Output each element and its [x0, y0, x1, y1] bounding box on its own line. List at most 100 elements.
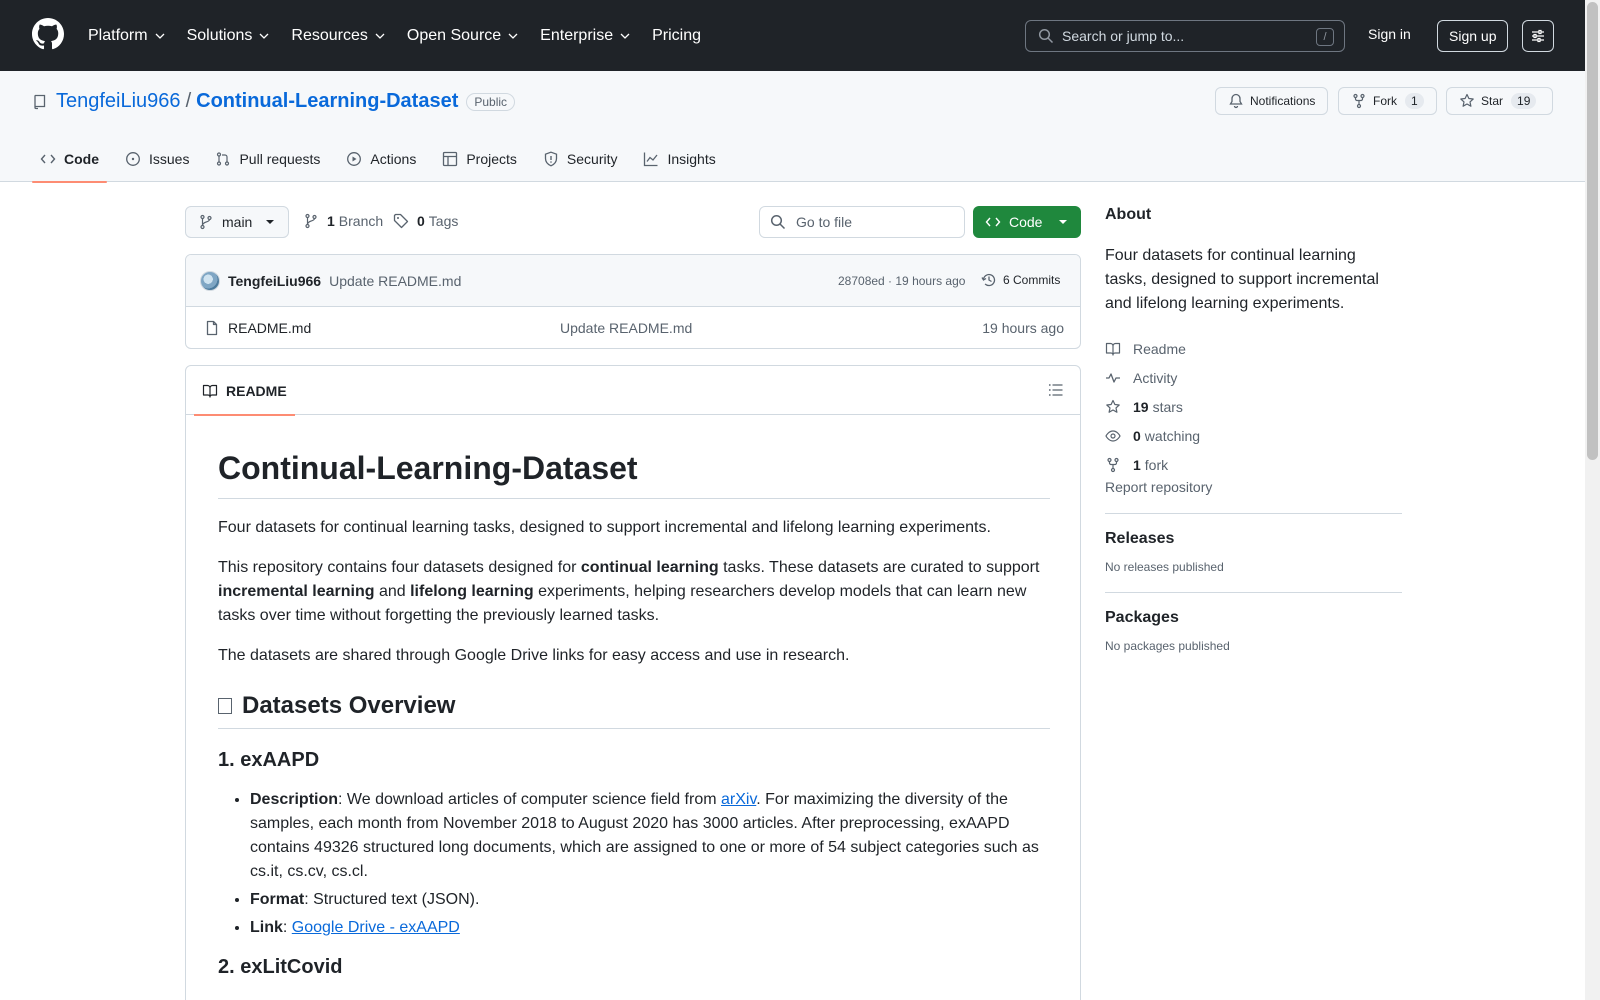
- star-button[interactable]: Star 19: [1446, 87, 1553, 115]
- commit-hash-time[interactable]: 28708ed · 19 hours ago: [838, 274, 965, 288]
- tab-pull-requests[interactable]: Pull requests: [207, 135, 328, 182]
- fork-icon: [1353, 93, 1365, 109]
- readme-link[interactable]: Readme: [1105, 334, 1402, 363]
- dataset-heading: 2. exLitCovid: [218, 956, 343, 978]
- sign-in-link[interactable]: Sign in: [1368, 26, 1411, 42]
- commit-author[interactable]: TengfeiLiu966: [228, 273, 321, 289]
- issue-icon: [126, 151, 140, 166]
- github-logo-icon[interactable]: [32, 18, 64, 50]
- watching-label: watching: [1144, 427, 1201, 444]
- tab-actions[interactable]: Actions: [338, 135, 424, 182]
- repo-name-link[interactable]: Continual-Learning-Dataset: [196, 90, 458, 113]
- tab-issues[interactable]: Issues: [117, 135, 197, 182]
- dataset-heading: 1. exAAPD: [218, 749, 320, 771]
- settings-menu-button[interactable]: [1522, 20, 1554, 52]
- search-shortcut-hint: /: [1316, 28, 1334, 46]
- fork-button[interactable]: Fork 1: [1338, 87, 1437, 115]
- star-label: Star: [1481, 94, 1504, 108]
- list-item: Format: Structured text (JSON).: [250, 888, 1050, 912]
- go-to-file-placeholder: Go to file: [796, 214, 853, 230]
- nav-open-source[interactable]: Open Source: [407, 27, 519, 45]
- tab-insights-label: Insights: [667, 150, 716, 167]
- tag-label: Tags: [428, 213, 459, 229]
- readme-content: Continual-Learning-Dataset Four datasets…: [218, 448, 1050, 995]
- readme-panel: README Continual-Learning-Dataset Four d…: [185, 365, 1081, 1000]
- tag-count: 0: [417, 213, 425, 229]
- tab-issues-label: Issues: [149, 150, 190, 167]
- google-drive-link[interactable]: Google Drive - exAAPD: [292, 919, 460, 936]
- branch-selector[interactable]: main: [185, 206, 289, 238]
- arxiv-link[interactable]: arXiv: [721, 791, 756, 808]
- activity-link[interactable]: Activity: [1105, 363, 1402, 392]
- table-icon: [443, 151, 458, 166]
- search-input[interactable]: Search or jump to... /: [1025, 20, 1345, 52]
- list-outline-icon[interactable]: [1048, 382, 1064, 398]
- tab-pull-requests-label: Pull requests: [239, 150, 321, 167]
- commits-link[interactable]: 6 Commits: [981, 272, 1060, 288]
- releases-heading[interactable]: Releases: [1105, 530, 1402, 548]
- nav-platform[interactable]: Platform: [88, 27, 166, 45]
- readme-tab[interactable]: README: [194, 366, 295, 416]
- eye-icon: [1105, 429, 1121, 442]
- commit-message[interactable]: Update README.md: [329, 273, 461, 289]
- branches-link[interactable]: 1 Branch: [303, 213, 383, 229]
- scrollbar-thumb[interactable]: [1587, 2, 1598, 460]
- chevron-down-icon: [155, 33, 165, 39]
- tab-actions-label: Actions: [370, 150, 417, 167]
- tab-projects[interactable]: Projects: [434, 135, 525, 182]
- code-dropdown-button[interactable]: Code: [973, 206, 1081, 238]
- sign-up-button[interactable]: Sign up: [1437, 20, 1509, 52]
- report-repository-link[interactable]: Report repository: [1105, 479, 1212, 495]
- shield-icon: [544, 151, 558, 167]
- chevron-down-icon: [508, 33, 518, 39]
- star-icon: [1460, 93, 1474, 107]
- table-row[interactable]: README.md Update README.md 19 hours ago: [186, 307, 1080, 348]
- divider: [1105, 592, 1402, 593]
- nav-enterprise[interactable]: Enterprise: [540, 27, 631, 45]
- bell-icon: [1229, 93, 1243, 109]
- go-to-file-input[interactable]: Go to file: [759, 206, 965, 238]
- caret-down-icon: [266, 220, 274, 224]
- chevron-down-icon: [620, 33, 630, 39]
- search-icon: [770, 214, 786, 230]
- search-placeholder: Search or jump to...: [1062, 28, 1185, 44]
- nav-resources[interactable]: Resources: [291, 27, 385, 45]
- repo-header: TengfeiLiu966 / Continual-Learning-Datas…: [0, 71, 1585, 183]
- dataset-details: Description: We download articles of com…: [218, 788, 1050, 940]
- packages-heading[interactable]: Packages: [1105, 609, 1402, 627]
- watching-link[interactable]: 0 watching: [1105, 421, 1402, 450]
- tags-link[interactable]: 0 Tags: [393, 213, 458, 229]
- readme-paragraph: The datasets are shared through Google D…: [218, 647, 850, 664]
- divider: [1105, 513, 1402, 514]
- visibility-badge: Public: [466, 92, 516, 111]
- activity-label: Activity: [1133, 369, 1178, 386]
- sliders-icon: [1532, 29, 1544, 43]
- tab-insights[interactable]: Insights: [635, 135, 723, 182]
- avatar[interactable]: [200, 270, 220, 291]
- page-scrollbar[interactable]: [1585, 0, 1600, 1000]
- file-date: 19 hours ago: [982, 320, 1064, 336]
- notifications-button[interactable]: Notifications: [1215, 87, 1329, 115]
- fork-label: Fork: [1373, 94, 1397, 108]
- code-icon: [40, 154, 56, 163]
- file-name[interactable]: README.md: [228, 320, 311, 336]
- stars-link[interactable]: 19 stars: [1105, 392, 1402, 421]
- play-icon: [347, 151, 362, 166]
- book-icon: [1105, 342, 1121, 356]
- nav-solutions[interactable]: Solutions: [187, 27, 271, 45]
- star-counter: 19: [1511, 93, 1537, 109]
- releases-empty-text: No releases published: [1105, 560, 1224, 574]
- branch-label: Branch: [338, 213, 384, 229]
- forks-link[interactable]: 1 fork: [1105, 450, 1402, 479]
- tab-code[interactable]: Code: [32, 135, 107, 183]
- repo-owner-link[interactable]: TengfeiLiu966: [56, 90, 181, 113]
- file-commit-message[interactable]: Update README.md: [560, 320, 692, 336]
- main-nav: Platform Solutions Resources Open Source…: [88, 0, 722, 71]
- pulse-icon: [1106, 372, 1120, 383]
- nav-pricing[interactable]: Pricing: [652, 27, 701, 45]
- tab-security-label: Security: [566, 150, 618, 167]
- tab-security[interactable]: Security: [535, 135, 626, 182]
- forks-label: fork: [1144, 456, 1169, 473]
- readme-title: Continual-Learning-Dataset: [218, 448, 1050, 499]
- caret-down-icon: [1059, 220, 1067, 224]
